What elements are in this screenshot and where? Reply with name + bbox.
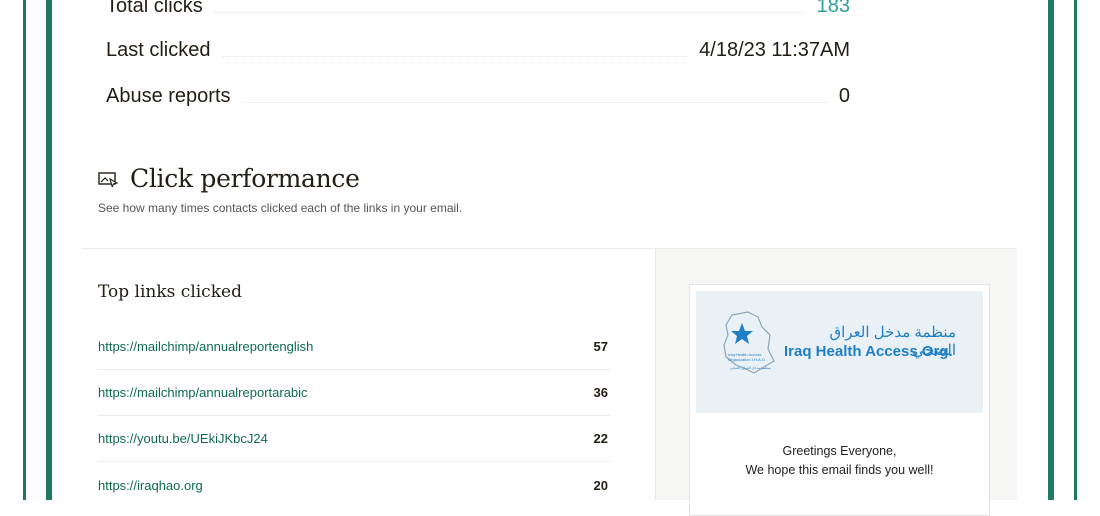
email-preview-card[interactable]: Iraq Health Access Organization I.H.A.O … [689, 284, 990, 516]
frame-left-border [46, 0, 52, 500]
section-subtitle: See how many times contacts clicked each… [98, 201, 463, 215]
stat-row-total-clicks: Total clicks 183 [106, 0, 850, 21]
email-preview-pane: Iraq Health Access Organization I.H.A.O … [655, 249, 1017, 516]
link-url[interactable]: https://youtu.be/UEkiJKbcJ24 [98, 431, 268, 446]
svg-text:Organization I.H.A.O: Organization I.H.A.O [728, 357, 765, 362]
stat-label: Abuse reports [106, 84, 231, 107]
iraq-map-logo-icon: Iraq Health Access Organization I.H.A.O … [723, 311, 775, 374]
link-url[interactable]: https://mailchimp/annualreportarabic [98, 385, 308, 400]
link-click-count: 57 [593, 339, 608, 354]
stat-leader-dots [222, 56, 688, 57]
section-title: Click performance [130, 164, 360, 193]
stat-row-abuse-reports: Abuse reports 0 [106, 81, 850, 111]
stat-row-last-clicked: Last clicked 4/18/23 11:37AM [106, 35, 850, 65]
click-performance-header: Click performance See how many times con… [98, 164, 462, 215]
logo-english-text: Iraq Health Access Org. [784, 343, 953, 360]
email-logo-banner: Iraq Health Access Organization I.H.A.O … [696, 291, 983, 413]
greeting-line: Greetings Everyone, [782, 444, 897, 458]
link-row: https://youtu.be/UEkiJKbcJ24 22 [98, 416, 610, 462]
frame-right-outer-border [1074, 0, 1077, 500]
stat-value[interactable]: 183 [817, 0, 850, 18]
email-greeting: Greetings Everyone, We hope this email f… [690, 442, 989, 480]
stat-leader-dots [242, 102, 827, 103]
link-row: https://mailchimp/annualreportarabic 36 [98, 370, 610, 416]
frame-left-outer-border [23, 0, 26, 500]
link-url[interactable]: https://iraqhao.org [98, 478, 203, 493]
stat-value: 0 [838, 84, 850, 107]
link-row: https://mailchimp/annualreportenglish 57 [98, 324, 610, 370]
stat-label: Last clicked [106, 38, 211, 61]
link-click-count: 22 [593, 431, 608, 446]
image-cursor-icon [98, 171, 118, 187]
stat-value: 4/18/23 11:37AM [699, 38, 850, 61]
link-click-count: 20 [593, 477, 608, 493]
top-links-panel: Top links clicked https://mailchimp/annu… [98, 282, 610, 493]
greeting-line: We hope this email finds you well! [745, 463, 934, 477]
top-links-title: Top links clicked [98, 282, 242, 302]
link-click-count: 36 [593, 385, 608, 400]
stat-label: Total clicks [106, 0, 203, 17]
svg-text:منظمة مدخل العراق الصحي: منظمة مدخل العراق الصحي [730, 365, 771, 370]
link-url[interactable]: https://mailchimp/annualreportenglish [98, 339, 313, 354]
frame-right-border [1048, 0, 1054, 500]
link-row: https://iraqhao.org 20 [98, 462, 610, 508]
stat-leader-dots [214, 12, 805, 13]
